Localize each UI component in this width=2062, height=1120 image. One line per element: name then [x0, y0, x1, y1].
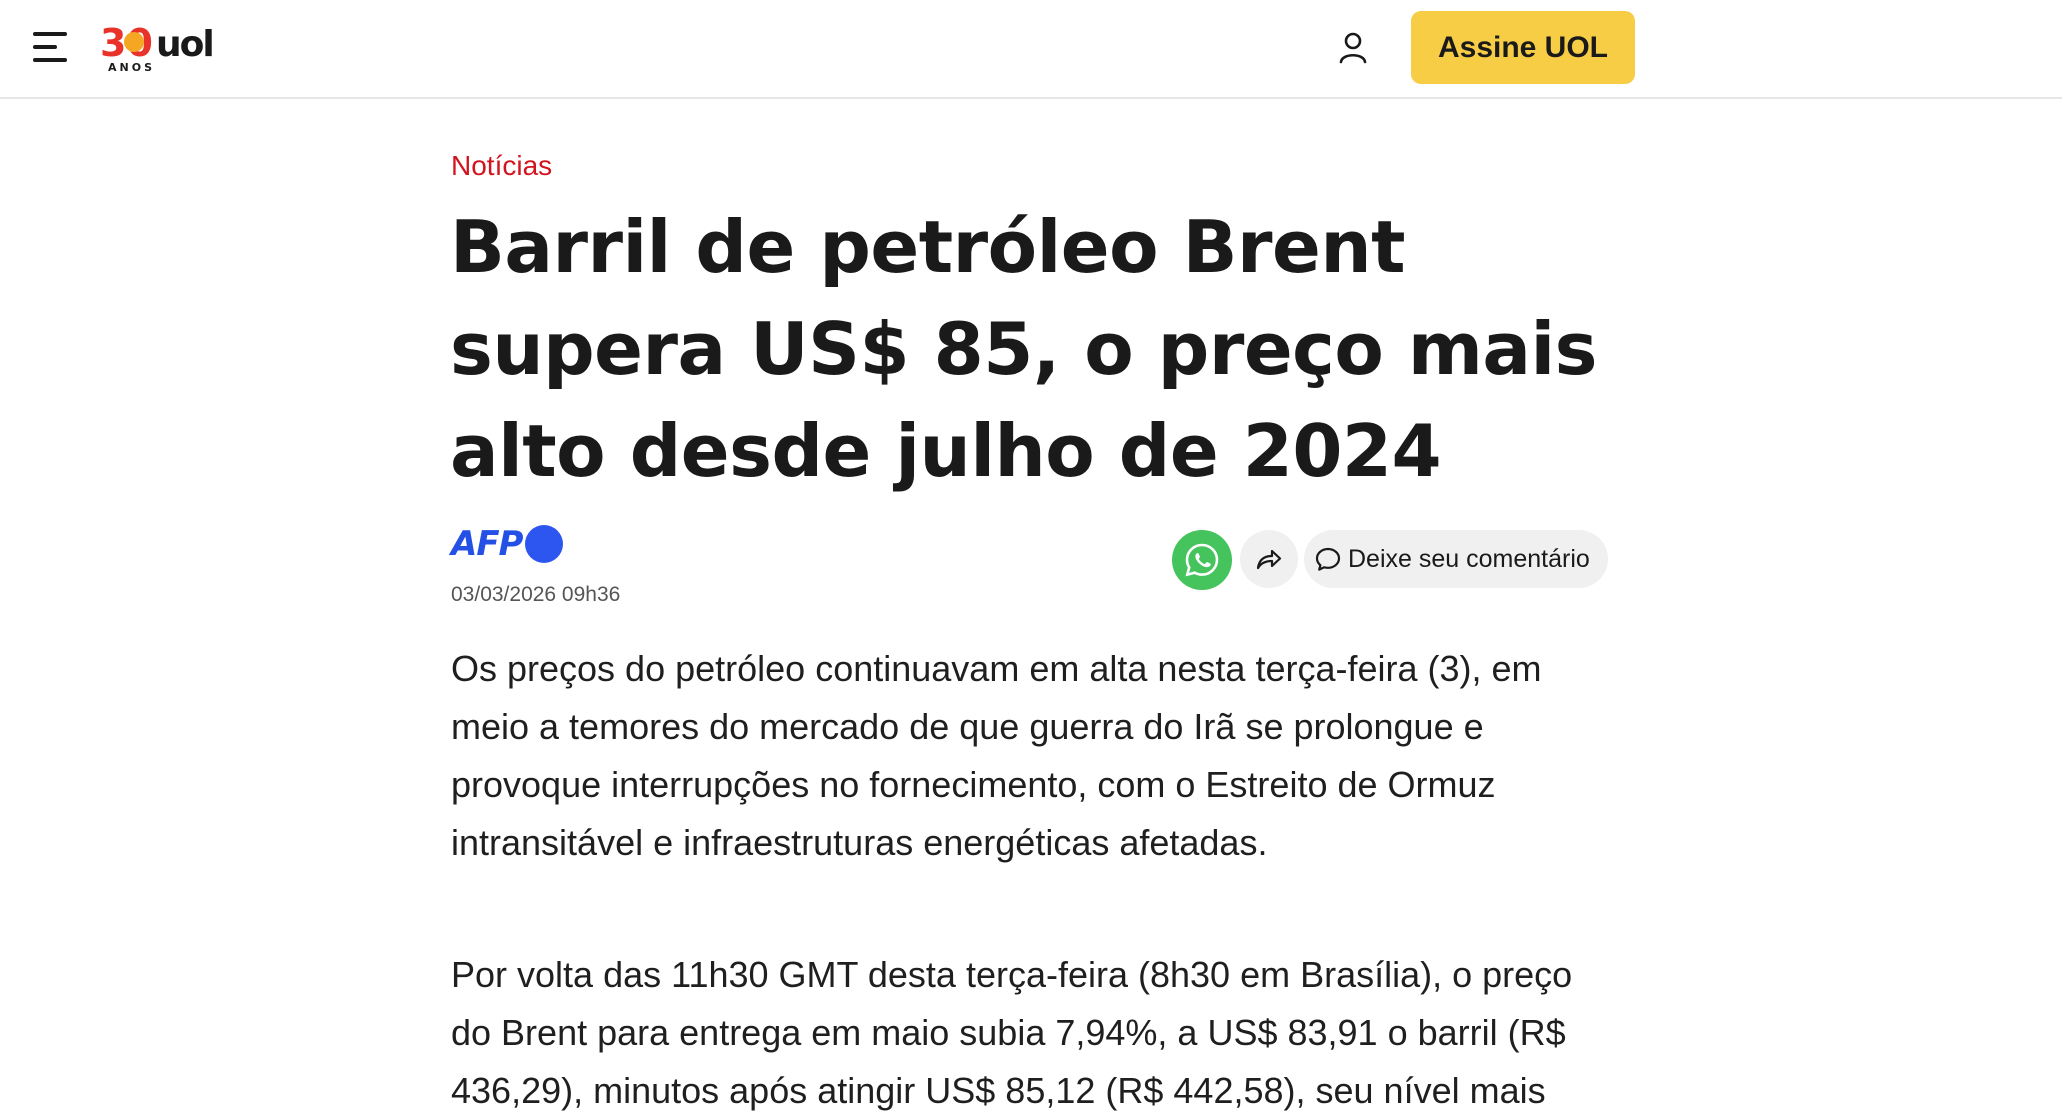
article-headline: Barril de petróleo Brent supera US$ 85, … — [450, 205, 1598, 493]
article-category-link[interactable]: Notícias — [451, 150, 552, 182]
whatsapp-share-button[interactable] — [1172, 530, 1232, 590]
afp-dot-icon — [525, 525, 564, 563]
publish-date: 03/03/2026 09h36 — [451, 583, 621, 606]
logo-anos-label: ANOS — [108, 61, 155, 74]
source-name: AFP — [451, 524, 523, 564]
user-icon[interactable] — [1336, 30, 1370, 66]
subscribe-button[interactable]: Assine UOL — [1411, 11, 1635, 84]
comment-bubble-icon — [1315, 547, 1341, 571]
share-arrow-icon — [1256, 549, 1282, 570]
comment-label: Deixe seu comentário — [1348, 544, 1590, 573]
comment-button[interactable]: Deixe seu comentário — [1304, 530, 1608, 588]
hamburger-menu-icon[interactable] — [33, 32, 69, 64]
article-paragraph: Os preços do petróleo continuavam em alt… — [451, 648, 1542, 863]
article-paragraph: Por volta das 11h30 GMT desta terça-feir… — [451, 954, 1573, 1111]
svg-text:uol: uol — [156, 24, 213, 65]
share-button[interactable] — [1240, 530, 1298, 588]
whatsapp-icon — [1185, 543, 1219, 577]
afp-source-logo[interactable]: AFP — [451, 524, 564, 564]
site-header: 30 uol ANOS Assine UOL — [0, 0, 2062, 99]
